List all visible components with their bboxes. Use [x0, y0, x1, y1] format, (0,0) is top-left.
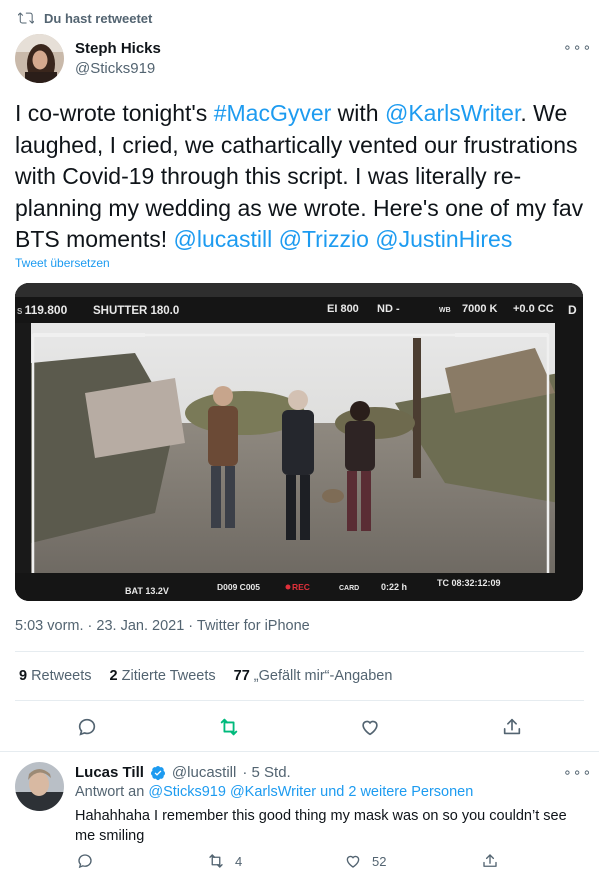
hud-remain: 0:22 h [381, 582, 407, 592]
verified-badge-icon [150, 765, 165, 780]
tweet-video[interactable]: S 119.800 SHUTTER 180.0 EI 800 ND - WB 7… [15, 283, 583, 601]
author-avatar[interactable] [15, 34, 64, 83]
more-options-icon[interactable]: ∘∘∘ [563, 39, 592, 56]
tweet-link[interactable]: #MacGyver [214, 100, 332, 126]
author-name[interactable]: Steph Hicks [75, 40, 161, 57]
reply-retweet-button[interactable]: 4 [207, 852, 242, 870]
reply-to-prefix: Antwort an [75, 784, 149, 800]
hud-card: CARD [339, 585, 359, 592]
tweet-link[interactable]: @lucastill [173, 226, 272, 252]
retweets-stat[interactable]: 9 Retweets [19, 668, 92, 684]
reply-to-targets[interactable]: @Sticks919 @KarlsWriter und 2 weitere Pe… [148, 784, 473, 800]
hud-bat: BAT 13.2V [125, 586, 169, 596]
tweet-link[interactable]: @JustinHires [375, 226, 512, 252]
hud-nd: ND - [377, 303, 400, 315]
retweet-button-icon[interactable] [218, 716, 240, 738]
reply-text: Hahahhaha I remember this good thing my … [75, 808, 567, 844]
tweet-text: I co-wrote tonight's #MacGyver with @Kar… [15, 98, 590, 256]
hud-wb: 7000 K [462, 303, 498, 315]
tweet-text-segment: I co-wrote tonight's [15, 100, 214, 126]
hud-d: D [568, 303, 577, 317]
divider [15, 700, 584, 701]
tweet-text-segment: with [331, 100, 385, 126]
tweet-timestamp[interactable]: 5:03 vorm. · 23. Jan. 2021 · Twitter for… [15, 618, 310, 634]
hud-timecode: TC 08:32:12:09 [437, 578, 501, 588]
quotes-stat[interactable]: 2 Zitierte Tweets [110, 668, 216, 684]
tweet-link[interactable]: @KarlsWriter [385, 100, 520, 126]
author-handle[interactable]: @Sticks919 [75, 60, 155, 77]
reply-retweet-count: 4 [235, 853, 243, 869]
hud-ei: EI 800 [327, 303, 359, 315]
retweet-banner: Du hast retweetet [18, 10, 152, 26]
share-icon [483, 854, 497, 867]
reply-share-button[interactable] [481, 852, 499, 870]
retweet-icon [18, 12, 34, 24]
retweet-banner-label: Du hast retweetet [44, 10, 153, 26]
hud-cc: +0.0 CC [513, 303, 554, 315]
reply-like-button[interactable]: 52 [344, 852, 386, 870]
reply-reply-button[interactable] [76, 852, 94, 870]
divider [0, 751, 599, 752]
hud-clip: D009 C005 [217, 582, 260, 592]
reply-to-line: Antwort an @Sticks919 @KarlsWriter und 2… [75, 784, 473, 800]
hud-rec: REC [292, 582, 310, 592]
reply-icon [78, 854, 92, 869]
reply-author-handle[interactable]: @lucastill [172, 764, 236, 781]
reply-more-options-icon[interactable]: ∘∘∘ [563, 764, 592, 781]
reply-author-avatar[interactable] [15, 762, 64, 811]
reply-header: Lucas Till @lucastill · 5 Std. [75, 764, 291, 781]
reply-action-bar: 4 52 [0, 852, 599, 874]
tweet-stats: 9 Retweets 2 Zitierte Tweets 77 „Gefällt mi… [19, 668, 392, 684]
reply-author-name[interactable]: Lucas Till [75, 764, 144, 781]
tweet-link[interactable]: @Trizzio [279, 226, 369, 252]
translate-tweet-link[interactable]: Tweet übersetzen [15, 256, 110, 270]
like-icon [346, 855, 360, 868]
reply-time[interactable]: · 5 Std. [242, 764, 290, 781]
hud-wb-label: WB [439, 307, 451, 314]
tweet-action-bar [0, 716, 599, 738]
reply-icon[interactable] [76, 716, 98, 738]
reply-like-count: 52 [372, 853, 387, 869]
likes-stat[interactable]: 77 „Gefällt mir“-Angaben [234, 668, 393, 684]
like-icon[interactable] [359, 716, 381, 738]
divider [15, 651, 584, 652]
hud-iso: S 119.800 [17, 303, 68, 317]
hud-shutter: SHUTTER 180.0 [93, 305, 179, 317]
share-icon[interactable] [501, 716, 523, 738]
retweet-icon [209, 854, 223, 868]
